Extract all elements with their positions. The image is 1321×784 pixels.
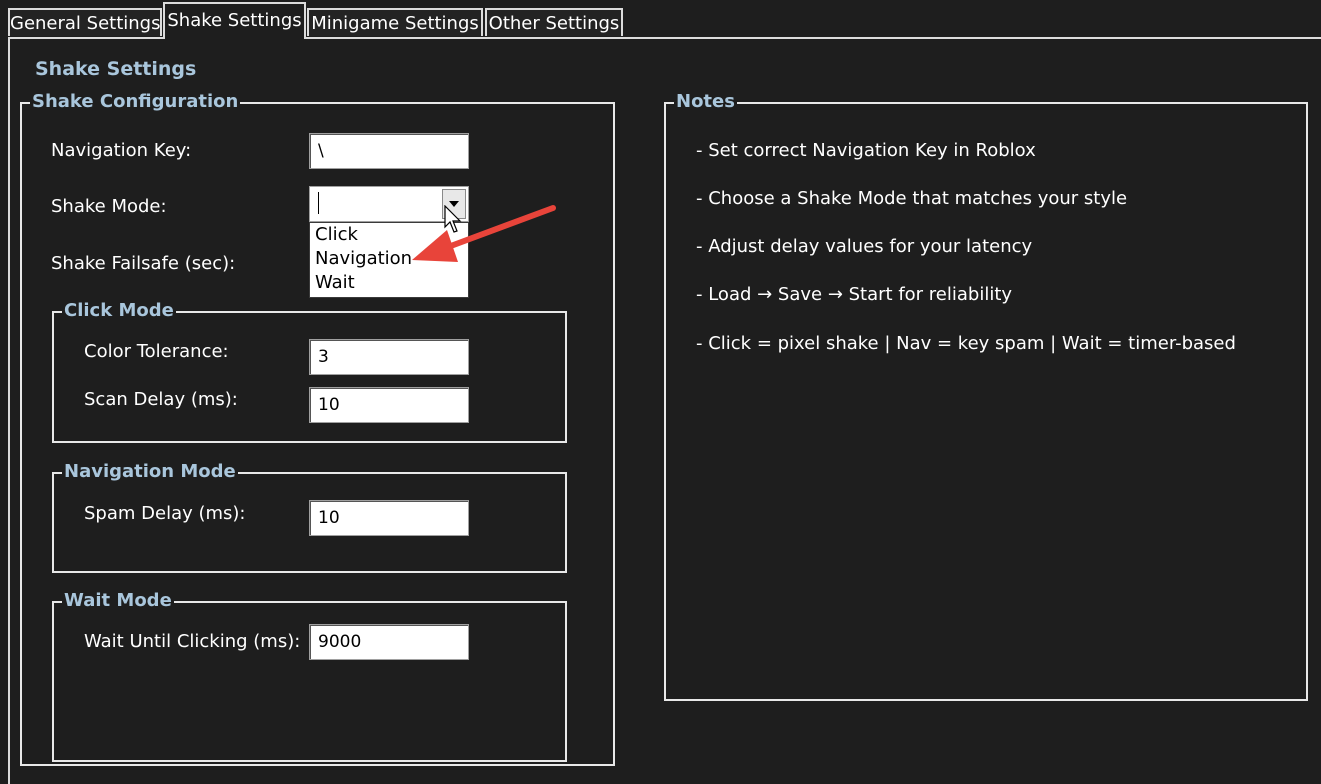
click-mode-group: Click Mode xyxy=(52,299,567,443)
text-caret xyxy=(318,192,319,214)
wait-until-clicking-input[interactable]: 9000 xyxy=(309,624,469,660)
spam-delay-input[interactable]: 10 xyxy=(309,500,469,536)
wait-mode-title: Wait Mode xyxy=(62,589,174,613)
navigation-mode-title: Navigation Mode xyxy=(62,460,238,484)
page-title: Shake Settings xyxy=(35,58,197,80)
shake-failsafe-label: Shake Failsafe (sec): xyxy=(51,253,236,274)
tab-bar: General Settings Shake Settings Minigame… xyxy=(0,0,1321,41)
tab-minigame-settings[interactable]: Minigame Settings xyxy=(307,8,483,36)
note-item: - Choose a Shake Mode that matches your … xyxy=(696,188,1128,209)
scan-delay-input[interactable]: 10 xyxy=(309,387,469,423)
note-item: - Click = pixel shake | Nav = key spam |… xyxy=(696,333,1236,354)
notes-title: Notes xyxy=(674,90,737,114)
shake-configuration-title: Shake Configuration xyxy=(30,90,241,114)
color-tolerance-label: Color Tolerance: xyxy=(84,341,229,362)
wait-until-clicking-label: Wait Until Clicking (ms): xyxy=(84,631,301,652)
navigation-key-label: Navigation Key: xyxy=(51,140,192,161)
note-item: - Adjust delay values for your latency xyxy=(696,236,1033,257)
dropdown-option-wait[interactable]: Wait xyxy=(310,271,468,295)
spam-delay-label: Spam Delay (ms): xyxy=(84,503,246,524)
tab-shake-settings[interactable]: Shake Settings xyxy=(163,2,306,41)
navigation-key-input[interactable]: \ xyxy=(309,133,469,169)
note-item: - Set correct Navigation Key in Roblox xyxy=(696,140,1036,161)
tab-frame-border xyxy=(8,37,10,784)
scan-delay-label: Scan Delay (ms): xyxy=(84,389,238,410)
tab-general-settings[interactable]: General Settings xyxy=(8,8,162,36)
click-mode-title: Click Mode xyxy=(62,299,176,323)
color-tolerance-input[interactable]: 3 xyxy=(309,339,469,375)
tab-other-settings[interactable]: Other Settings xyxy=(485,8,623,36)
note-item: - Load → Save → Start for reliability xyxy=(696,284,1013,305)
dropdown-option-navigation[interactable]: Navigation xyxy=(310,247,468,271)
mouse-pointer-icon xyxy=(444,205,462,233)
shake-mode-label: Shake Mode: xyxy=(51,196,167,217)
